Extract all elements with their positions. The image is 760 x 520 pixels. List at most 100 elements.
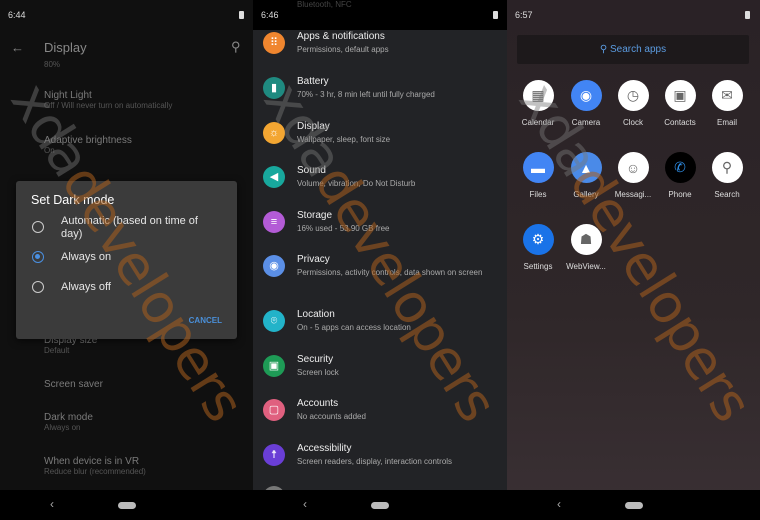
android-webview-icon: ☗ xyxy=(570,224,602,255)
option-automatic[interactable]: Automatic (based on time of day) xyxy=(61,215,221,241)
item-sub: Screen readers, display, interaction con… xyxy=(297,457,453,466)
privacy-eye-icon: ◉ xyxy=(263,255,285,277)
folder-icon: ▬ xyxy=(522,152,554,183)
radio-automatic[interactable] xyxy=(32,221,44,233)
settings-item-sound[interactable]: ◀ Sound Volume, vibration, Do Not Distur… xyxy=(253,165,507,205)
app-files[interactable]: ▬ Files xyxy=(514,152,562,199)
nav-back-icon[interactable]: ‹ xyxy=(303,497,307,511)
item-sub: Reduce blur (recommended) xyxy=(44,467,146,476)
item-title: When device is in VR xyxy=(44,456,140,467)
search-icon: ⚲ xyxy=(599,44,610,55)
settings-screen: Bluetooth, NFC 6:46 ⠿ Apps & notificatio… xyxy=(253,0,507,520)
item-sub: Permissions, default apps xyxy=(297,45,389,54)
accessibility-icon: ☨ xyxy=(263,444,285,466)
setting-night-light[interactable]: Night Light Off / Will never turn on auto… xyxy=(44,90,172,110)
setting-vr[interactable]: When device is in VR Reduce blur (recomme… xyxy=(44,456,146,476)
app-label: WebView... xyxy=(566,262,606,271)
battery-icon xyxy=(745,11,750,19)
item-title: Apps & notifications xyxy=(297,31,385,42)
settings-item-storage[interactable]: ≡ Storage 16% used - 53.90 GB free xyxy=(253,210,507,250)
settings-item-accessibility[interactable]: ☨ Accessibility Screen readers, display,… xyxy=(253,443,507,483)
item-title: Accessibility xyxy=(297,443,352,454)
nav-back-icon[interactable]: ‹ xyxy=(50,497,54,511)
battery-icon xyxy=(493,11,498,19)
app-clock[interactable]: ◷ Clock xyxy=(609,80,657,127)
battery-icon xyxy=(239,11,244,19)
settings-item-security[interactable]: ▣ Security Screen lock xyxy=(253,354,507,394)
back-arrow-icon[interactable]: ← xyxy=(11,40,24,55)
nav-home-pill[interactable] xyxy=(371,502,389,509)
item-title: Adaptive brightness xyxy=(44,135,132,146)
setting-dark-mode[interactable]: Dark mode Always on xyxy=(44,412,93,432)
item-sub: 70% - 3 hr, 8 min left until fully charg… xyxy=(297,90,435,99)
partial-item: 80% xyxy=(44,60,61,69)
clock-icon: ◷ xyxy=(617,80,649,111)
item-sub: Off / Will never turn on automatically xyxy=(44,101,173,110)
messaging-icon: ☺ xyxy=(617,152,649,183)
navigation-bar: ‹ xyxy=(0,490,253,520)
settings-item-battery[interactable]: ▮ Battery 70% - 3 hr, 8 min left until f… xyxy=(253,76,507,116)
settings-item-location[interactable]: ⌾ Location On - 5 apps can access locati… xyxy=(253,309,507,349)
item-title: Location xyxy=(297,309,335,320)
app-label: Calendar xyxy=(521,118,555,127)
dialog-title: Set Dark mode xyxy=(31,193,115,207)
option-always-on[interactable]: Always on xyxy=(61,251,111,264)
status-time: 6:46 xyxy=(261,10,279,20)
radio-always-on[interactable] xyxy=(32,251,44,263)
item-title: Display xyxy=(297,121,330,132)
partial-item: Bluetooth, NFC xyxy=(297,0,352,9)
settings-item-display[interactable]: ☼ Display Wallpaper, sleep, font size xyxy=(253,121,507,161)
item-sub: Volume, vibration, Do Not Disturb xyxy=(297,179,416,188)
nav-home-pill[interactable] xyxy=(624,502,643,509)
app-messagi[interactable]: ☺ Messagi... xyxy=(609,152,657,199)
item-title: Screen saver xyxy=(44,379,103,390)
navigation-bar: ‹ xyxy=(253,490,507,520)
app-email[interactable]: ✉ Email xyxy=(703,80,751,127)
item-sub: Always on xyxy=(44,423,81,432)
app-label: Phone xyxy=(668,190,692,199)
status-bar xyxy=(253,0,507,30)
item-title: Storage xyxy=(297,210,333,221)
app-webview[interactable]: ☗ WebView... xyxy=(562,224,610,271)
settings-item-apps-notifications[interactable]: ⠿ Apps & notifications Permissions, defa… xyxy=(253,31,507,71)
setting-screen-saver[interactable]: Screen saver xyxy=(44,379,103,390)
app-camera[interactable]: ◉ Camera xyxy=(562,80,610,127)
navigation-bar: ‹ xyxy=(507,490,760,520)
nav-home-pill[interactable] xyxy=(117,502,136,509)
app-settings[interactable]: ⚙ Settings xyxy=(514,224,562,271)
search-icon[interactable]: ⚲ xyxy=(231,39,241,55)
lock-icon: ▣ xyxy=(263,355,285,377)
item-title: Privacy xyxy=(297,254,330,265)
camera-icon: ◉ xyxy=(570,80,602,111)
app-label: Files xyxy=(529,190,547,199)
item-title: Battery xyxy=(297,76,329,87)
account-icon: ▢ xyxy=(263,399,285,421)
item-sub: Permissions, activity controls, data sho… xyxy=(297,268,483,277)
location-pin-icon: ⌾ xyxy=(263,310,285,332)
nav-back-icon[interactable]: ‹ xyxy=(557,497,561,511)
search-magnifier-icon: ⚲ xyxy=(711,152,743,183)
phone-icon: ✆ xyxy=(664,152,696,183)
settings-item-privacy[interactable]: ◉ Privacy Permissions, activity controls… xyxy=(253,254,507,294)
status-time: 6:44 xyxy=(8,10,26,20)
app-label: Email xyxy=(716,118,737,127)
status-time: 6:57 xyxy=(515,10,533,20)
settings-item-accounts[interactable]: ▢ Accounts No accounts added xyxy=(253,398,507,438)
app-phone[interactable]: ✆ Phone xyxy=(656,152,704,199)
brightness-icon: ☼ xyxy=(263,122,285,144)
apps-grid-icon: ⠿ xyxy=(263,32,285,54)
app-contacts[interactable]: ▣ Contacts xyxy=(656,80,704,127)
email-icon: ✉ xyxy=(711,80,743,111)
app-gallery[interactable]: ▲ Gallery xyxy=(562,152,610,199)
cancel-button[interactable]: CANCEL xyxy=(189,316,222,325)
option-always-off[interactable]: Always off xyxy=(61,281,111,294)
radio-always-off[interactable] xyxy=(32,281,44,293)
app-label: Search xyxy=(714,190,740,199)
app-calendar[interactable]: ▦ Calendar xyxy=(514,80,562,127)
contacts-icon: ▣ xyxy=(664,80,696,111)
search-apps-input[interactable]: ⚲ Search apps xyxy=(517,35,749,64)
setting-adaptive-brightness[interactable]: Adaptive brightness On xyxy=(44,135,132,155)
battery-icon: ▮ xyxy=(263,77,285,99)
app-drawer-screen: 6:57 ⚲ Search apps ▦ Calendar ◉ Camera ◷ Cloc… xyxy=(507,0,760,520)
app-search[interactable]: ⚲ Search xyxy=(703,152,751,199)
